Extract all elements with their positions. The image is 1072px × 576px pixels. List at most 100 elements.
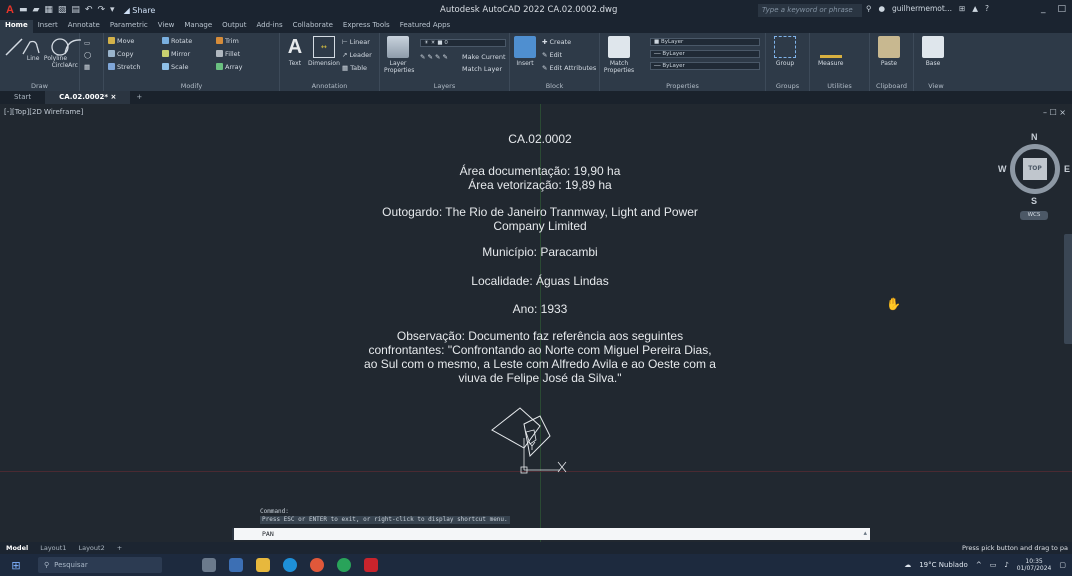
search-input[interactable]: Type a keyword or phrase xyxy=(758,4,862,17)
block-group-title[interactable]: Block xyxy=(510,82,599,90)
observacao-line4[interactable]: viuva de Felipe José da Silva." xyxy=(300,371,780,385)
command-input[interactable]: PAN ▴ xyxy=(234,528,870,540)
autodesk-app-icon[interactable]: ▲ xyxy=(972,4,978,13)
tab-layout1[interactable]: Layout1 xyxy=(34,544,72,552)
viewport-window-controls[interactable]: – ☐ × xyxy=(1043,108,1066,117)
redo-icon[interactable]: ↷ xyxy=(97,5,105,15)
layer-properties-button[interactable]: Layer Properties xyxy=(384,36,414,74)
make-current-button[interactable]: Make Current xyxy=(462,53,506,61)
leader-button[interactable]: ↗ Leader xyxy=(342,51,372,59)
widgets-icon[interactable] xyxy=(202,558,216,572)
modify-group-title[interactable]: Modify xyxy=(104,82,279,90)
ellipse-icon[interactable]: ◯ xyxy=(84,51,91,59)
tab-add-ins[interactable]: Add-ins xyxy=(252,20,288,33)
new-file-icon[interactable]: ▬ xyxy=(19,5,28,15)
taskbar-search[interactable]: ⚲ Pesquisar xyxy=(38,557,162,573)
tab-output[interactable]: Output xyxy=(217,20,251,33)
observacao-line3[interactable]: ao Sul com o mesmo, a Leste com Alfredo … xyxy=(300,357,780,371)
weather-text[interactable]: 19°C Nublado xyxy=(919,561,968,569)
tab-home[interactable]: Home xyxy=(0,20,33,33)
tab-layout2[interactable]: Layout2 xyxy=(72,544,110,552)
layers-group-title[interactable]: Layers xyxy=(380,82,509,90)
area-vetorizacao[interactable]: Área vetorização: 19,89 ha xyxy=(300,178,780,192)
tab-view[interactable]: View xyxy=(153,20,180,33)
edit-block-button[interactable]: ✎ Edit xyxy=(542,51,562,59)
tab-start[interactable]: Start xyxy=(0,91,45,104)
tab-featured-apps[interactable]: Featured Apps xyxy=(395,20,455,33)
layer-dropdown[interactable]: ☀ ☀ ■ 0 xyxy=(420,39,506,47)
color-dropdown[interactable]: ■ ByLayer xyxy=(650,38,760,46)
rectangle-icon[interactable]: ▭ xyxy=(84,39,90,47)
drawing-viewport[interactable]: [-][Top][2D Wireframe] – ☐ × CA.02.0002 … xyxy=(0,104,1072,542)
linetype-dropdown[interactable]: ── ByLayer xyxy=(650,62,760,70)
rotate-button[interactable]: Rotate xyxy=(162,37,192,45)
dropdown-icon[interactable]: ▾ xyxy=(110,5,115,15)
open-file-icon[interactable]: ▰ xyxy=(32,5,39,15)
draw-group-title[interactable]: Draw xyxy=(0,82,79,90)
tab-annotate[interactable]: Annotate xyxy=(63,20,105,33)
view-group-title[interactable]: View xyxy=(914,82,958,90)
mirror-button[interactable]: Mirror xyxy=(162,50,190,58)
array-button[interactable]: Array xyxy=(216,63,243,71)
network-icon[interactable]: ▭ xyxy=(990,561,997,569)
plot-icon[interactable]: ▤ xyxy=(71,5,80,15)
compass-east[interactable]: E xyxy=(1064,164,1070,174)
tray-overflow-icon[interactable]: ^ xyxy=(976,561,982,569)
tab-drawing[interactable]: CA.02.0002* × xyxy=(45,91,131,104)
localidade[interactable]: Localidade: Águas Lindas xyxy=(300,274,780,288)
user-icon[interactable]: ● xyxy=(879,4,886,13)
linear-button[interactable]: ⊢ Linear xyxy=(342,38,370,46)
tab-express-tools[interactable]: Express Tools xyxy=(338,20,395,33)
annotation-group-title[interactable]: Annotation xyxy=(280,82,379,90)
autocad-logo-icon[interactable]: A xyxy=(6,4,14,16)
observacao-line2[interactable]: confrontantes: "Confrontando ao Norte co… xyxy=(300,343,780,357)
binoculars-icon[interactable]: ⚲ xyxy=(866,4,872,13)
clock[interactable]: 10:35 01/07/2024 xyxy=(1017,558,1052,572)
outorgado-line2[interactable]: Company Limited xyxy=(300,219,780,233)
compass-south[interactable]: S xyxy=(1031,196,1037,206)
tab-model[interactable]: Model xyxy=(0,544,34,552)
move-button[interactable]: Move xyxy=(108,37,134,45)
minimize-button[interactable]: _ xyxy=(1041,4,1046,14)
trim-button[interactable]: Trim xyxy=(216,37,239,45)
area-documentacao[interactable]: Área documentação: 19,90 ha xyxy=(300,164,780,178)
notifications-icon[interactable]: ▢ xyxy=(1059,561,1066,569)
cart-icon[interactable]: ⊞ xyxy=(959,4,965,13)
property-polygon[interactable] xyxy=(486,404,586,476)
weather-icon[interactable]: ☁ xyxy=(904,561,911,569)
base-button[interactable]: Base xyxy=(922,36,944,67)
utilities-group-title[interactable]: Utilities xyxy=(810,82,869,90)
viewcube[interactable]: N S W E TOP WCS xyxy=(996,128,1072,228)
autocad-taskbar-icon[interactable] xyxy=(364,558,378,572)
compass-west[interactable]: W xyxy=(998,164,1007,174)
undo-icon[interactable]: ↶ xyxy=(85,5,93,15)
copy-button[interactable]: Copy xyxy=(108,50,134,58)
drawing-code[interactable]: CA.02.0002 xyxy=(300,132,780,146)
volume-icon[interactable]: ♪ xyxy=(1004,561,1008,569)
windows-start-icon[interactable]: ⊞ xyxy=(6,559,26,572)
outorgado-line1[interactable]: Outogardo: The Rio de Janeiro Tranmway, … xyxy=(300,205,780,219)
close-tab-icon[interactable]: × xyxy=(110,93,116,101)
group-button[interactable]: Group xyxy=(774,36,796,67)
tab-collaborate[interactable]: Collaborate xyxy=(288,20,338,33)
scale-button[interactable]: Scale xyxy=(162,63,189,71)
save-icon[interactable]: ▦ xyxy=(44,5,53,15)
new-tab-button[interactable]: + xyxy=(130,91,148,104)
hatch-icon[interactable]: ▦ xyxy=(84,63,90,71)
dimension-button[interactable]: ↔ Dimension xyxy=(308,36,340,67)
save-as-icon[interactable]: ▧ xyxy=(58,5,67,15)
share-button[interactable]: ◢ Share xyxy=(124,6,156,15)
table-button[interactable]: ▦ Table xyxy=(342,64,367,72)
compass-north[interactable]: N xyxy=(1031,132,1038,142)
clipboard-group-title[interactable]: Clipboard xyxy=(870,82,913,90)
layer-tools-icons[interactable]: ✎ ✎ ✎ ✎ xyxy=(420,53,448,61)
observacao-line1[interactable]: Observação: Documento faz referência aos… xyxy=(300,329,780,343)
lineweight-dropdown[interactable]: ── ByLayer xyxy=(650,50,760,58)
viewcube-top-face[interactable]: TOP xyxy=(1023,158,1047,180)
user-name[interactable]: guilhermemot... xyxy=(892,4,952,13)
restore-button[interactable]: □ xyxy=(1057,4,1066,14)
stretch-button[interactable]: Stretch xyxy=(108,63,140,71)
file-explorer-icon[interactable] xyxy=(256,558,270,572)
tab-insert[interactable]: Insert xyxy=(33,20,63,33)
fillet-button[interactable]: Fillet xyxy=(216,50,240,58)
